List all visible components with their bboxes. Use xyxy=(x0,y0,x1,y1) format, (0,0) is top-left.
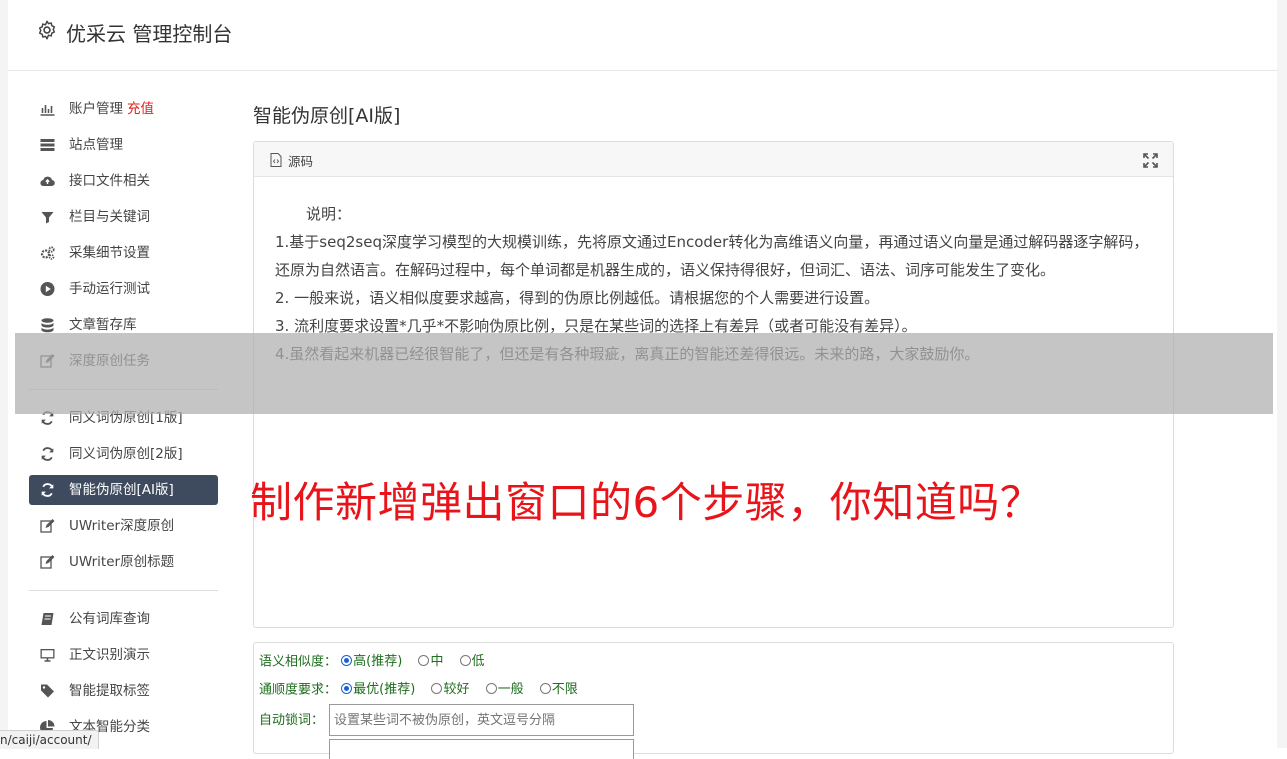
sidebar-item-deep-original[interactable]: 深度原创任务 xyxy=(29,346,218,376)
page-title: 智能伪原创[AI版] xyxy=(253,105,401,127)
sidebar-item-text-recognition[interactable]: 正文识别演示 xyxy=(29,640,218,670)
sidebar-item-label: 接口文件相关 xyxy=(69,173,150,189)
cloud-upload-icon xyxy=(40,176,55,187)
play-circle-icon xyxy=(40,282,55,296)
edit-icon xyxy=(40,354,55,368)
fullscreen-icon[interactable] xyxy=(1143,153,1158,168)
sidebar-item-account[interactable]: 账户管理 充值 xyxy=(29,94,218,124)
server-icon xyxy=(40,139,55,151)
sidebar-item-interface-files[interactable]: 接口文件相关 xyxy=(29,166,218,196)
editor-line-2: 2. 一般来说，语义相似度要求越高，得到的伪原比例越低。请根据您的个人需要进行设… xyxy=(275,289,880,307)
similarity-high-radio[interactable]: 高(推荐) xyxy=(341,652,402,672)
lock-words-input[interactable] xyxy=(329,704,634,736)
sidebar-item-label: 正文识别演示 xyxy=(69,647,150,663)
similarity-row: 语义相似度： 高(推荐) 中 低 xyxy=(259,652,485,672)
sidebar-item-label: UWriter原创标题 xyxy=(69,554,175,570)
sidebar-item-label: 账户管理 xyxy=(69,101,123,117)
lock-row: 自动锁词： xyxy=(259,711,324,731)
similarity-mid-radio[interactable]: 中 xyxy=(418,652,443,672)
source-button[interactable]: 源码 xyxy=(288,151,313,170)
filter-icon xyxy=(41,212,54,224)
fluency-any-radio[interactable]: 不限 xyxy=(539,680,578,700)
lock-words-label: 自动锁词： xyxy=(259,713,325,728)
recharge-link[interactable]: 充值 xyxy=(127,101,154,117)
sidebar-item-tag-extract[interactable]: 智能提取标签 xyxy=(29,676,218,706)
app-title: 优采云 管理控制台 xyxy=(66,22,233,46)
editor-line-4: 4.虽然看起来机器已经很智能了，但还是有各种瑕疵，离真正的智能还差得很远。未来的… xyxy=(275,345,980,363)
sidebar-item-label: 同义词伪原创[2版] xyxy=(69,446,183,462)
sidebar-item-uwriter-title[interactable]: UWriter原创标题 xyxy=(29,547,218,577)
sidebar-item-label: 智能提取标签 xyxy=(69,683,150,699)
sidebar-item-label: 手动运行测试 xyxy=(69,281,150,297)
sidebar-item-ai-rewrite[interactable]: 智能伪原创[AI版] xyxy=(29,475,218,505)
sidebar-item-label: 公有词库查询 xyxy=(69,611,150,627)
sidebar-item-label: 采集细节设置 xyxy=(69,245,150,261)
second-input[interactable] xyxy=(329,739,634,759)
sidebar-item-label: UWriter深度原创 xyxy=(69,518,175,534)
sidebar-item-columns-keywords[interactable]: 栏目与关键词 xyxy=(29,202,218,232)
gears-icon xyxy=(40,246,55,260)
editor-intro: 说明： xyxy=(306,205,352,223)
sidebar-item-sites[interactable]: 站点管理 xyxy=(29,130,218,160)
editor-line-3: 3. 流利度要求设置*几乎*不影响伪原比例，只是在某些词的选择上有差异（或者可能… xyxy=(275,317,917,335)
rewrite-options-panel: 语义相似度： 高(推荐) 中 低 通顺度要求： 最优(推荐) 较好 一般 不限 … xyxy=(253,642,1174,759)
overlay-caption: 制作新增弹出窗口的6个步骤，你知道吗？ xyxy=(250,478,1043,527)
sidebar-divider xyxy=(29,389,218,390)
sidebar-divider xyxy=(29,590,218,591)
book-icon xyxy=(41,613,54,625)
sidebar-item-collect-settings[interactable]: 采集细节设置 xyxy=(29,238,218,268)
bar-chart-icon xyxy=(40,105,55,116)
sidebar-item-article-store[interactable]: 文章暂存库 xyxy=(29,310,218,340)
editor-line-1: 1.基于seq2seq深度学习模型的大规模训练，先将原文通过Encoder转化为… xyxy=(275,233,1149,279)
sidebar-item-label: 文章暂存库 xyxy=(69,317,137,333)
editor-toolbar: 源码 xyxy=(254,142,1173,177)
sidebar-item-synonym-v2[interactable]: 同义词伪原创[2版] xyxy=(29,439,218,469)
fluency-normal-radio[interactable]: 一般 xyxy=(485,680,524,700)
refresh-icon xyxy=(41,411,54,425)
page-gutter-right xyxy=(1277,0,1287,748)
top-header: 优采云 管理控制台 xyxy=(8,0,1277,71)
sidebar-item-label: 站点管理 xyxy=(69,137,123,153)
fluency-best-radio[interactable]: 最优(推荐) xyxy=(341,680,415,700)
source-editor[interactable]: 源码 说明： 1.基于seq2seq深度学习模型的大规模训练，先将原文通过Enc… xyxy=(253,141,1174,628)
refresh-icon xyxy=(41,483,54,497)
file-code-icon[interactable] xyxy=(270,153,282,167)
status-bar-url: n/caiji/account/ xyxy=(0,730,99,749)
editor-content[interactable]: 说明： 1.基于seq2seq深度学习模型的大规模训练，先将原文通过Encode… xyxy=(275,200,1155,368)
similarity-low-radio[interactable]: 低 xyxy=(459,652,485,672)
page-gutter-left xyxy=(0,0,8,748)
refresh-icon xyxy=(41,447,54,461)
gear-icon xyxy=(38,20,56,40)
fluency-row: 通顺度要求： 最优(推荐) 较好 一般 不限 xyxy=(259,680,578,700)
sidebar-item-public-lexicon[interactable]: 公有词库查询 xyxy=(29,604,218,634)
monitor-icon xyxy=(40,649,55,662)
fluency-good-radio[interactable]: 较好 xyxy=(431,680,469,700)
sidebar-item-label: 同义词伪原创[1版] xyxy=(69,410,183,426)
database-icon xyxy=(41,318,54,333)
tag-icon xyxy=(41,684,54,698)
edit-icon xyxy=(40,519,55,533)
sidebar-item-label: 深度原创任务 xyxy=(69,353,150,369)
similarity-label: 语义相似度： xyxy=(259,654,338,670)
sidebar-item-uwriter-deep[interactable]: UWriter深度原创 xyxy=(29,511,218,541)
fluency-label: 通顺度要求： xyxy=(259,682,338,698)
sidebar-item-synonym-v1[interactable]: 同义词伪原创[1版] xyxy=(29,403,218,433)
sidebar-item-manual-run[interactable]: 手动运行测试 xyxy=(29,274,218,304)
sidebar-item-label: 栏目与关键词 xyxy=(69,209,150,225)
sidebar-item-label: 智能伪原创[AI版] xyxy=(69,482,174,498)
edit-icon xyxy=(40,555,55,569)
